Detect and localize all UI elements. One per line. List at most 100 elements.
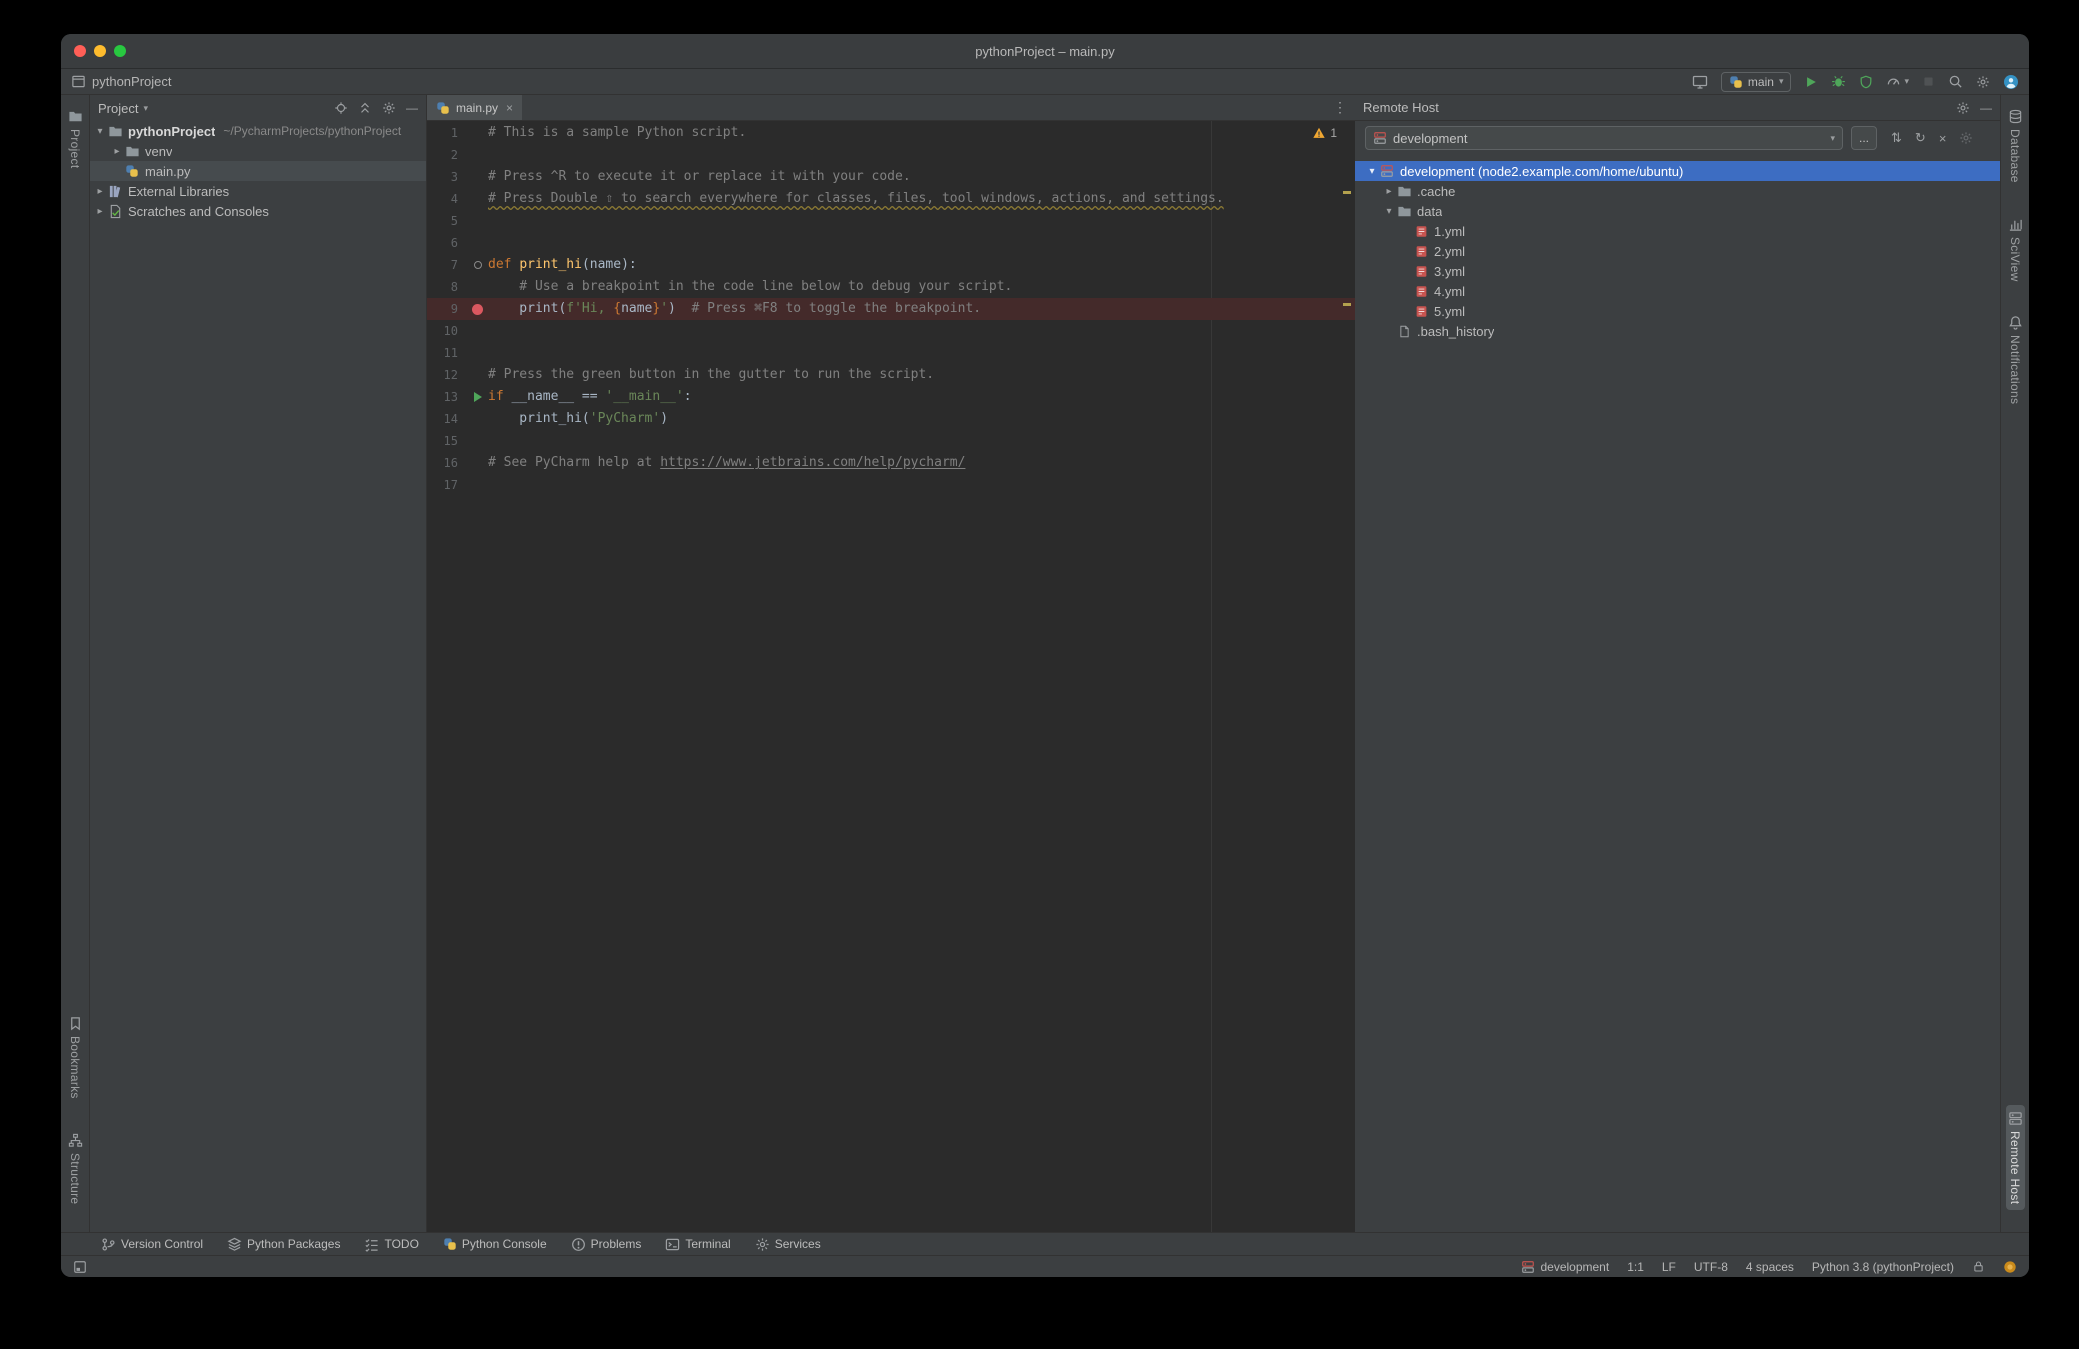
code-line-2[interactable]: 2	[427, 144, 1355, 166]
collapse-all-icon[interactable]	[358, 101, 372, 115]
editor-options-icon[interactable]: ⋮	[1333, 95, 1347, 120]
breakpoint-icon[interactable]	[472, 303, 483, 315]
remote-settings-icon[interactable]	[1956, 101, 1970, 115]
chevron-right-icon[interactable]: ▸	[93, 206, 107, 217]
project-widget[interactable]: pythonProject	[71, 74, 172, 89]
code-line-3[interactable]: 3 # Press ^R to execute it or replace it …	[427, 166, 1355, 188]
chevron-right-icon[interactable]: ▸	[93, 186, 107, 197]
code-line-14[interactable]: 14 print_hi('PyCharm')	[427, 408, 1355, 430]
tree-item-main-py[interactable]: main.py	[90, 161, 426, 181]
search-everywhere-button[interactable]	[1948, 74, 1963, 89]
chevron-right-icon[interactable]: ▸	[110, 146, 124, 157]
stripe-button-project[interactable]: Project	[66, 103, 85, 174]
stop-button[interactable]	[1922, 75, 1935, 88]
tree-item-data[interactable]: ▾ data	[1355, 201, 2000, 221]
status-caret-position[interactable]: 1:1	[1627, 1260, 1644, 1274]
chevron-down-icon[interactable]: ▾	[143, 103, 148, 113]
code-line-15[interactable]: 15	[427, 430, 1355, 452]
code-line-1[interactable]: 1 # This is a sample Python script.	[427, 122, 1355, 144]
tree-item-bash-history[interactable]: .bash_history	[1355, 321, 2000, 341]
code-editor[interactable]: 1 # This is a sample Python script. 2 3 # P…	[427, 121, 1355, 1232]
tree-item-scratches-and-consoles[interactable]: ▸ Scratches and Consoles	[90, 201, 426, 221]
chevron-down-icon[interactable]: ▾	[1382, 206, 1396, 217]
tool-button-python-console[interactable]: Python Console	[433, 1233, 557, 1255]
stripe-button-structure[interactable]: Structure	[66, 1127, 85, 1210]
code-line-7[interactable]: 7 def print_hi(name):	[427, 254, 1355, 276]
hide-remote-panel-icon[interactable]: —	[1980, 101, 1992, 115]
tree-item-5-yml[interactable]: 5.yml	[1355, 301, 2000, 321]
chevron-right-icon[interactable]: ▸	[1382, 186, 1396, 197]
tool-button-terminal[interactable]: Terminal	[655, 1233, 740, 1255]
tree-item-pythonproject[interactable]: ▾ pythonProject ~/PycharmProjects/pythonPr…	[90, 121, 426, 141]
tree-item-2-yml[interactable]: 2.yml	[1355, 241, 2000, 261]
close-tab-icon[interactable]: ×	[506, 101, 513, 115]
status-line-separator[interactable]: LF	[1662, 1260, 1676, 1274]
settings-button[interactable]	[1976, 75, 1990, 89]
connection-settings-icon[interactable]	[1959, 131, 1973, 145]
lock-icon[interactable]	[1972, 1260, 1985, 1273]
coverage-button[interactable]	[1859, 75, 1873, 89]
tool-window-toggle-icon[interactable]	[73, 1260, 87, 1274]
profiler-button[interactable]: ▾	[1886, 74, 1909, 89]
tree-item-3-yml[interactable]: 3.yml	[1355, 261, 2000, 281]
tree-item-venv[interactable]: ▸ venv	[90, 141, 426, 161]
debug-button[interactable]	[1831, 74, 1846, 89]
search-icon	[1948, 74, 1963, 89]
hide-panel-icon[interactable]: —	[406, 101, 418, 115]
code-line-17[interactable]: 17	[427, 474, 1355, 496]
code-line-5[interactable]: 5	[427, 210, 1355, 232]
code-line-12[interactable]: 12 # Press the green button in the gutter…	[427, 364, 1355, 386]
code-line-4[interactable]: 4 # Press Double ⇧ to search everywhere f…	[427, 188, 1355, 210]
status-interpreter[interactable]: Python 3.8 (pythonProject)	[1812, 1260, 1954, 1274]
refresh-icon[interactable]: ↻	[1915, 130, 1926, 146]
tool-button-problems[interactable]: Problems	[561, 1233, 652, 1255]
run-config-select[interactable]: main ▾	[1720, 71, 1792, 92]
code-line-16[interactable]: 16 # See PyCharm help at https://www.jetb…	[427, 452, 1355, 474]
status-encoding[interactable]: UTF-8	[1694, 1260, 1728, 1274]
screen-share-button[interactable]	[1692, 74, 1708, 90]
code-line-10[interactable]: 10	[427, 320, 1355, 342]
stripe-button-sciview[interactable]: SciView	[2006, 211, 2025, 288]
locate-file-icon[interactable]	[334, 101, 348, 115]
code-line-13[interactable]: 13 if __name__ == '__main__':	[427, 386, 1355, 408]
inspections-widget[interactable]: 1	[1312, 126, 1337, 140]
stripe-button-notifications[interactable]: Notifications	[2006, 309, 2025, 410]
sync-up-down-icon[interactable]: ⇅	[1891, 130, 1902, 146]
stripe-button-database[interactable]: Database	[2006, 103, 2025, 189]
stripe-button-bookmarks[interactable]: Bookmarks	[66, 1010, 85, 1105]
zoom-window-button[interactable]	[114, 45, 126, 57]
code-line-8[interactable]: 8 # Use a breakpoint in the code line be…	[427, 276, 1355, 298]
code-line-9[interactable]: 9 print(f'Hi, {name}') # Press ⌘F8 to to…	[427, 298, 1355, 320]
status-indent[interactable]: 4 spaces	[1746, 1260, 1794, 1274]
update-indicator-icon[interactable]	[2003, 1260, 2017, 1274]
stripe-button-remote-host[interactable]: Remote Host	[2005, 1104, 2025, 1210]
tree-item-4-yml[interactable]: 4.yml	[1355, 281, 2000, 301]
tree-item-cache[interactable]: ▸ .cache	[1355, 181, 2000, 201]
chevron-down-icon[interactable]: ▾	[1365, 166, 1379, 177]
tab-main-py[interactable]: main.py ×	[427, 95, 523, 120]
chevron-down-icon[interactable]: ▾	[93, 126, 107, 137]
server-select[interactable]: development ▾	[1365, 126, 1843, 150]
code-line-6[interactable]: 6	[427, 232, 1355, 254]
close-connection-icon[interactable]: ×	[1939, 131, 1947, 146]
tree-item-development-node2-example-com-home-ubuntu[interactable]: ▾ development (node2.example.com/home/ubu…	[1355, 161, 2000, 181]
close-window-button[interactable]	[74, 45, 86, 57]
run-button[interactable]	[1804, 75, 1818, 89]
status-remote-interpreter[interactable]: development	[1521, 1260, 1609, 1274]
code-line-11[interactable]: 11	[427, 342, 1355, 364]
minimize-window-button[interactable]	[94, 45, 106, 57]
scrollbar-warning-mark[interactable]	[1343, 303, 1351, 306]
scrollbar-warning-mark[interactable]	[1343, 191, 1351, 194]
tool-button-version-control[interactable]: Version Control	[91, 1233, 213, 1255]
code-text	[488, 232, 496, 254]
avatar[interactable]	[2003, 74, 2019, 90]
project-panel-title[interactable]: Project	[98, 101, 138, 116]
browse-servers-button[interactable]: ...	[1851, 126, 1877, 150]
tool-button-todo[interactable]: TODO	[354, 1233, 428, 1255]
tool-button-python-packages[interactable]: Python Packages	[217, 1233, 350, 1255]
tree-item-external-libraries[interactable]: ▸ External Libraries	[90, 181, 426, 201]
run-gutter-icon[interactable]	[473, 392, 482, 402]
tree-item-1-yml[interactable]: 1.yml	[1355, 221, 2000, 241]
tool-button-services[interactable]: Services	[745, 1233, 831, 1255]
panel-settings-icon[interactable]	[382, 101, 396, 115]
